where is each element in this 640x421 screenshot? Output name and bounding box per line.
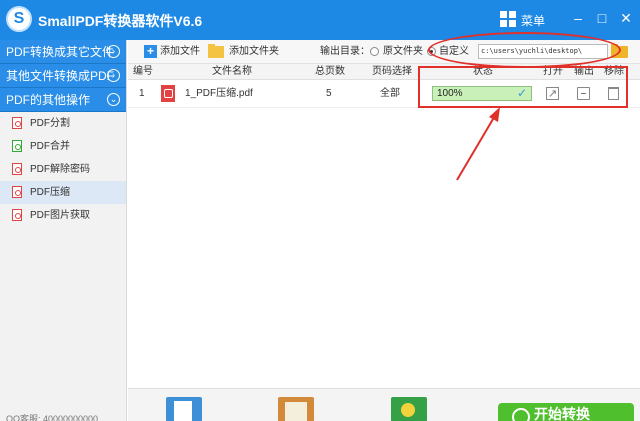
newspaper-icon[interactable] <box>278 397 314 421</box>
start-convert-button[interactable]: 开始转换 <box>498 403 634 421</box>
document-icon[interactable] <box>166 397 202 421</box>
bottom-panel: 开始转换 <box>128 388 640 421</box>
image-icon[interactable] <box>391 397 427 421</box>
annotation-arrow <box>456 107 500 181</box>
